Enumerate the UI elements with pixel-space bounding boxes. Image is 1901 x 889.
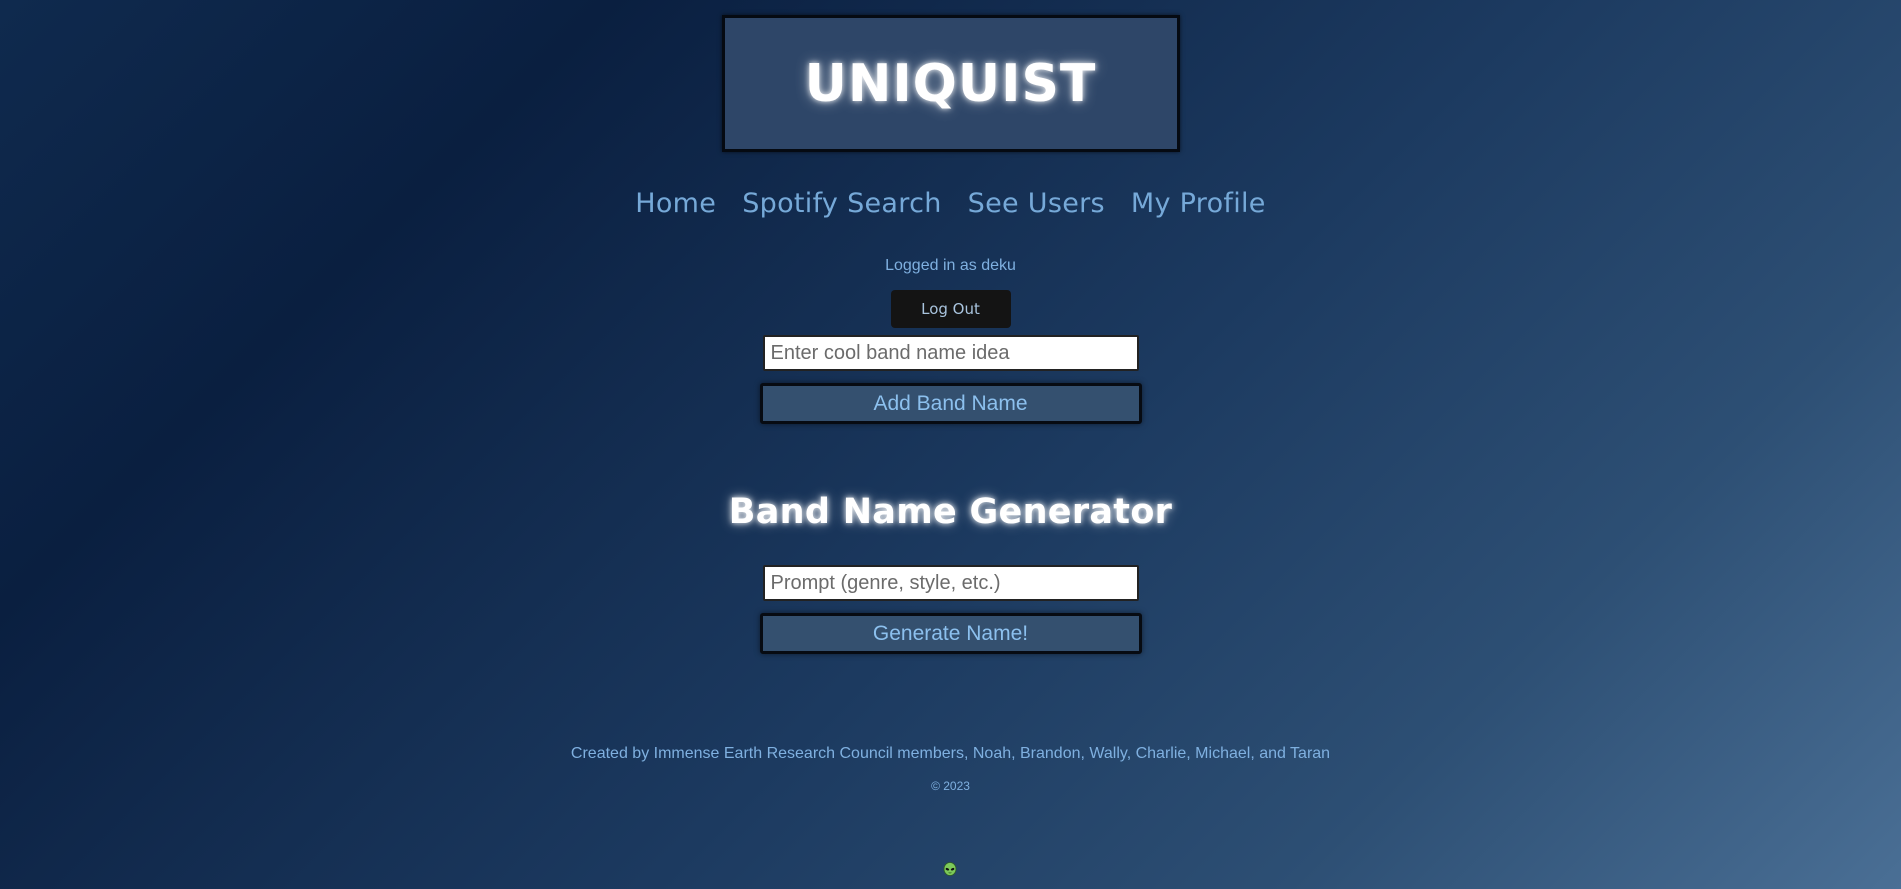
band-name-input[interactable]: [762, 335, 1139, 371]
nav-spotify-search-link[interactable]: Spotify Search: [742, 188, 941, 219]
generator-prompt-input[interactable]: [762, 565, 1139, 601]
site-title: UNIQUIST: [804, 53, 1097, 114]
nav-see-users-link[interactable]: See Users: [968, 188, 1105, 219]
footer-credit: Created by Immense Earth Research Counci…: [570, 745, 1331, 762]
add-band-name-button[interactable]: Add Band Name: [759, 383, 1142, 424]
nav-home-link[interactable]: Home: [635, 188, 716, 219]
logged-in-status: Logged in as deku: [885, 257, 1016, 274]
nav-my-profile-link[interactable]: My Profile: [1131, 188, 1266, 219]
footer-copyright: © 2023: [931, 779, 970, 793]
main-nav: Home Spotify Search See Users My Profile: [635, 188, 1265, 219]
generator-heading: Band Name Generator: [728, 492, 1173, 532]
page: UNIQUIST Home Spotify Search See Users M…: [0, 0, 1901, 889]
alien-icon: [943, 862, 957, 876]
title-banner: UNIQUIST: [721, 15, 1180, 152]
logout-button[interactable]: Log Out: [890, 290, 1011, 328]
generate-name-button[interactable]: Generate Name!: [759, 613, 1142, 654]
